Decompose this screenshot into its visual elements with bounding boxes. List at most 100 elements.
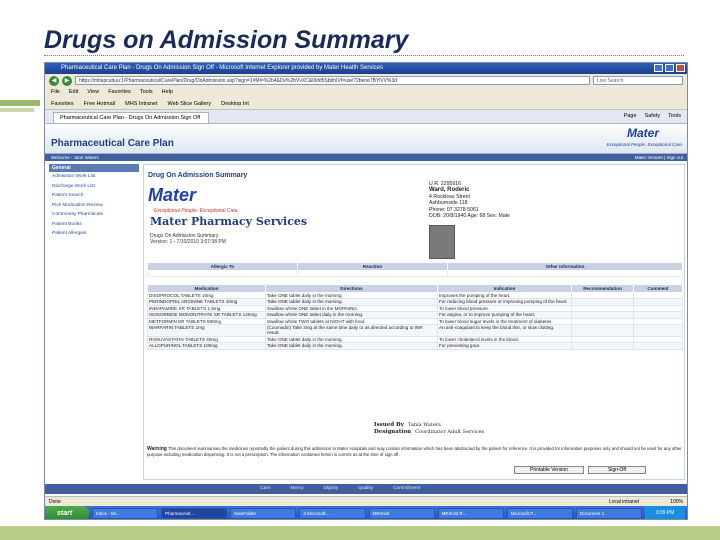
summary-document: Drug On Admission Summary Mater Exceptio… bbox=[143, 164, 685, 480]
app-header: Pharmaceutical Care Plan Mater Exception… bbox=[45, 124, 687, 154]
patient-details: U.R. 2295916 Ward, Roderic 4 Rockleas St… bbox=[429, 181, 510, 219]
address-bar-row: ◀ ▶ https://mtlapcubuu:1/Pharmaceutical/… bbox=[45, 74, 687, 87]
pharmacy-service-name: Mater Pharmacy Services bbox=[150, 215, 308, 228]
clock: 3:09 PM bbox=[645, 506, 685, 519]
tab-tools: Page Safety Tools bbox=[624, 113, 681, 119]
col-allergic-to: Allergic To bbox=[147, 262, 298, 271]
window-titlebar: Pharmaceutical Care Plan - Drugs On Admi… bbox=[45, 63, 687, 74]
taskbar-item[interactable]: MRInvld R... bbox=[437, 508, 504, 519]
tool-page[interactable]: Page bbox=[624, 113, 637, 119]
taskbar-item[interactable]: Inbox - Mi... bbox=[92, 508, 159, 519]
allergy-table: Allergic To Reaction Other Information bbox=[147, 262, 683, 277]
sidebar-item-books[interactable]: Patient Books bbox=[49, 220, 139, 230]
menu-view[interactable]: View bbox=[87, 87, 99, 98]
footer-dignity: Dignity bbox=[323, 486, 339, 491]
sidebar-heading: General bbox=[49, 164, 139, 172]
fav-hotmail[interactable]: Free Hotmail bbox=[84, 98, 115, 109]
sidebar-item-pharmacies[interactable]: Community Pharmacies bbox=[49, 210, 139, 220]
fav-intranet[interactable]: MHS Intranet bbox=[125, 98, 157, 109]
maximize-icon[interactable] bbox=[665, 64, 674, 72]
browser-window: Pharmaceutical Care Plan - Drugs On Admi… bbox=[44, 62, 688, 520]
slide-title: Drugs on Admission Summary bbox=[44, 26, 409, 54]
menu-edit[interactable]: Edit bbox=[69, 87, 78, 98]
forward-arrow-icon[interactable]: ▶ bbox=[62, 75, 72, 86]
tab-care-plan[interactable]: Pharmaceutical Care Plan - Drugs On Admi… bbox=[53, 112, 210, 123]
web-page: Pharmaceutical Care Plan Mater Exception… bbox=[45, 124, 687, 496]
footer-commitment: Commitment bbox=[393, 486, 421, 491]
doc-version-text: Version: 1 - 7/10/2010 3:07:38 PM bbox=[150, 239, 226, 245]
decor-bar bbox=[0, 100, 40, 106]
warning-note: Warning This document summarises the med… bbox=[147, 446, 683, 457]
issued-label: Issued By bbox=[374, 422, 404, 428]
footer-care: Care bbox=[260, 486, 271, 491]
patient-dob: DOB: 20/8/1940 Age: 68 Sex: Male bbox=[429, 213, 510, 220]
taskbar: start Inbox - Mi... Pharmaceutl... NewFo… bbox=[45, 506, 687, 519]
back-arrow-icon[interactable]: ◀ bbox=[49, 75, 59, 86]
minimize-icon[interactable] bbox=[654, 64, 663, 72]
favorites-bar: Favorites Free Hotmail MHS Intranet Web … bbox=[45, 98, 687, 110]
tab-bar: Pharmaceutical Care Plan - Drugs On Admi… bbox=[45, 110, 687, 124]
med-indication: For reducing blood pressure or improving… bbox=[437, 298, 572, 306]
taskbar-item[interactable]: MRInvld bbox=[368, 508, 435, 519]
taskbar-item[interactable]: Pharmaceutl... bbox=[161, 508, 228, 519]
empty-cell bbox=[297, 270, 448, 277]
intranet-signout-links[interactable]: Mater Intranet | Sign out bbox=[635, 154, 683, 161]
empty-cell bbox=[633, 342, 683, 350]
sidebar: General Admission Work List Discharge Wo… bbox=[49, 164, 139, 474]
app-title: Pharmaceutical Care Plan bbox=[51, 138, 174, 149]
taskbar-item[interactable]: 3 Microsoft... bbox=[299, 508, 366, 519]
menu-favorites[interactable]: Favorites bbox=[108, 87, 131, 98]
sidebar-item-allergies[interactable]: Patient Allergies bbox=[49, 229, 139, 239]
menu-tools[interactable]: Tools bbox=[140, 87, 153, 98]
menu-file[interactable]: File bbox=[51, 87, 60, 98]
designation-value: Coordinator Adult Services bbox=[415, 429, 485, 435]
sidebar-item-admission[interactable]: Admission Work List bbox=[49, 172, 139, 182]
table-row: WARFARIN TABLETS 1mg (Coumadin) Take 3mg … bbox=[147, 324, 683, 337]
empty-cell bbox=[633, 324, 683, 337]
col-recommendation: Recommendation bbox=[571, 284, 634, 293]
designation-label: Designation bbox=[374, 429, 412, 435]
status-bar: Done Local intranet 100% bbox=[45, 496, 687, 506]
doc-version: Drugs On Admission Summary Version: 1 - … bbox=[150, 233, 226, 245]
taskbar-item[interactable]: Microsoft P... bbox=[506, 508, 573, 519]
close-icon[interactable] bbox=[676, 64, 685, 72]
taskbar-item[interactable]: NewFolder bbox=[230, 508, 297, 519]
app-nav-bar: Welcome - Jane Waters Mater Intranet | S… bbox=[45, 154, 687, 161]
title-divider bbox=[44, 55, 684, 56]
mater-tagline: Exceptional People. Exceptional Care. bbox=[606, 142, 683, 147]
med-directions: (Coumadin) Take 3mg at the same time dai… bbox=[265, 324, 438, 337]
sidebar-item-review[interactable]: Pick Medication Review bbox=[49, 201, 139, 211]
med-indication: An anti-coagulant to keep the blood thin… bbox=[437, 324, 572, 337]
empty-cell bbox=[571, 342, 634, 350]
med-indication: To lower blood sugar levels in the treat… bbox=[437, 317, 572, 326]
redaction-box bbox=[429, 225, 455, 259]
issued-value: Tania Waters bbox=[407, 422, 441, 428]
search-input[interactable]: Live Search bbox=[593, 76, 683, 85]
values-footer: Care Mercy Dignity Quality Commitment bbox=[45, 484, 687, 494]
table-row: ALLOPURINOL TABLETS 100mg Take ONE tablet… bbox=[147, 342, 683, 350]
taskbar-item[interactable]: Document 1 bbox=[575, 508, 642, 519]
fav-webslice[interactable]: Web Slice Gallery bbox=[168, 98, 212, 109]
col-indication: Indication bbox=[437, 284, 572, 293]
start-button[interactable]: start bbox=[45, 506, 89, 519]
empty-cell bbox=[447, 270, 683, 277]
slide: Drugs on Admission Summary Pharmaceutica… bbox=[0, 0, 720, 540]
fav-desktop[interactable]: Desktop Int bbox=[221, 98, 249, 109]
address-input[interactable]: https://mtlapcubuu:1/Pharmaceutical/Care… bbox=[75, 76, 590, 85]
sign-off-button[interactable]: Sign-Off bbox=[588, 466, 646, 474]
menu-help[interactable]: Help bbox=[162, 87, 173, 98]
col-other-info: Other Information bbox=[447, 262, 683, 271]
welcome-text: Welcome - Jane Waters bbox=[51, 155, 99, 160]
med-name: ISOSORBIDE MONONITRATE SR TABLETS 120mg bbox=[147, 311, 266, 319]
status-text: Done bbox=[49, 499, 61, 505]
doc-title: Drug On Admission Summary bbox=[148, 172, 248, 179]
tool-tools[interactable]: Tools bbox=[668, 113, 681, 119]
tool-safety[interactable]: Safety bbox=[645, 113, 661, 119]
medication-table: Medication Directions Indication Recomme… bbox=[147, 284, 683, 350]
printable-version-button[interactable]: Printable Version bbox=[514, 466, 584, 474]
sidebar-item-search[interactable]: Patient Search bbox=[49, 191, 139, 201]
col-directions: Directions bbox=[265, 284, 438, 293]
sidebar-item-discharge[interactable]: Discharge Work List bbox=[49, 182, 139, 192]
fav-favorites[interactable]: Favorites bbox=[51, 98, 74, 109]
warning-text: This document summarises the medicines r… bbox=[147, 446, 682, 457]
